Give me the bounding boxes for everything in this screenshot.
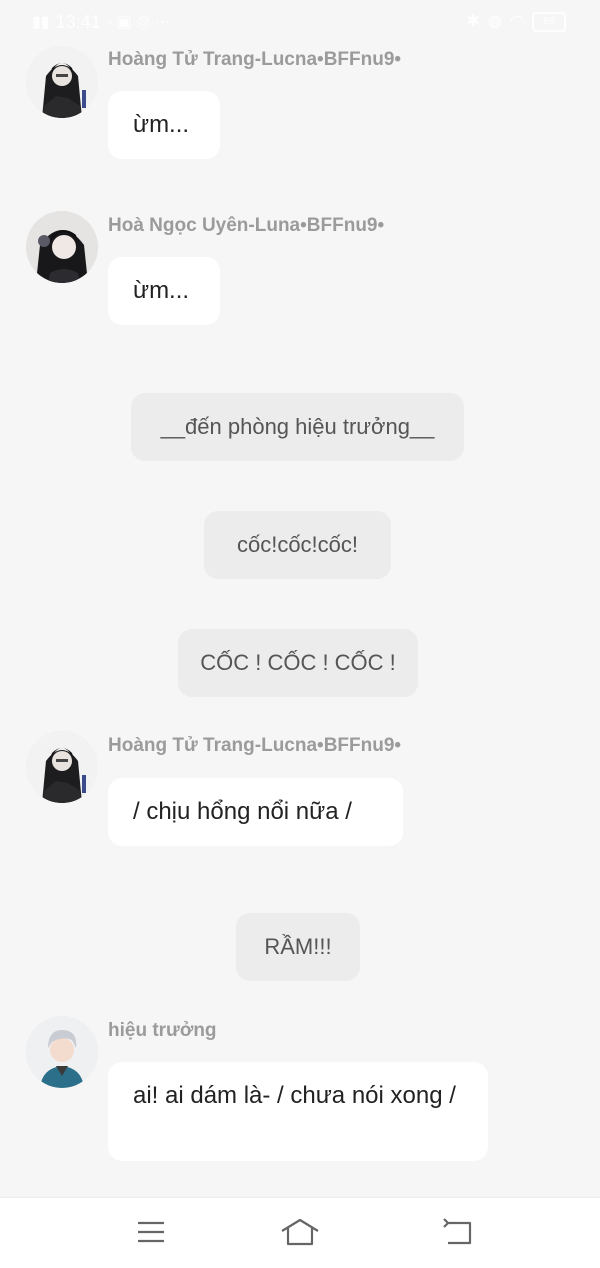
- battery-icon: 88: [532, 12, 566, 32]
- status-time: 13:41: [55, 12, 101, 32]
- narration-bubble[interactable]: RẦM!!!: [236, 913, 360, 981]
- status-bar: ▮▮ 13:41 ▫ ▣ ◎ ⋯ ✱ ◍ ◠ 88: [0, 0, 600, 44]
- avatar[interactable]: [26, 731, 98, 803]
- back-icon[interactable]: [438, 1212, 478, 1252]
- sender-name: hiệu trưởng: [108, 1020, 217, 1041]
- home-icon[interactable]: [280, 1212, 320, 1252]
- wifi-icon: ◠: [510, 13, 524, 30]
- avatar[interactable]: [26, 1016, 98, 1088]
- message-bubble[interactable]: ừm...: [108, 257, 220, 325]
- sender-name: Hoà Ngọc Uyên-Luna•BFFnu9•: [108, 215, 385, 236]
- sender-name: Hoàng Tử Trang-Lucna•BFFnu9•: [108, 735, 402, 756]
- narration-bubble[interactable]: cốc!cốc!cốc!: [204, 511, 391, 579]
- notification-icons: ▫ ▣ ◎ ⋯: [106, 13, 171, 31]
- bluetooth-icon: ✱: [466, 13, 481, 30]
- narration-bubble[interactable]: __đến phòng hiệu trưởng__: [131, 393, 464, 461]
- narration-bubble[interactable]: CỐC ! CỐC ! CỐC !: [178, 629, 418, 697]
- avatar[interactable]: [26, 211, 98, 283]
- avatar[interactable]: [26, 46, 98, 118]
- message-bubble[interactable]: / chịu hổng nổi nữa /: [108, 778, 403, 846]
- message-bubble[interactable]: ai! ai dám là- / chưa nói xong /: [108, 1062, 488, 1161]
- navigation-bar: [0, 1197, 600, 1268]
- vibrate-icon: ◍: [488, 13, 503, 30]
- signal-icon: ▮▮: [32, 13, 50, 31]
- menu-icon[interactable]: [131, 1212, 171, 1252]
- message-bubble[interactable]: ừm...: [108, 91, 220, 159]
- sender-name: Hoàng Tử Trang-Lucna•BFFnu9•: [108, 49, 402, 70]
